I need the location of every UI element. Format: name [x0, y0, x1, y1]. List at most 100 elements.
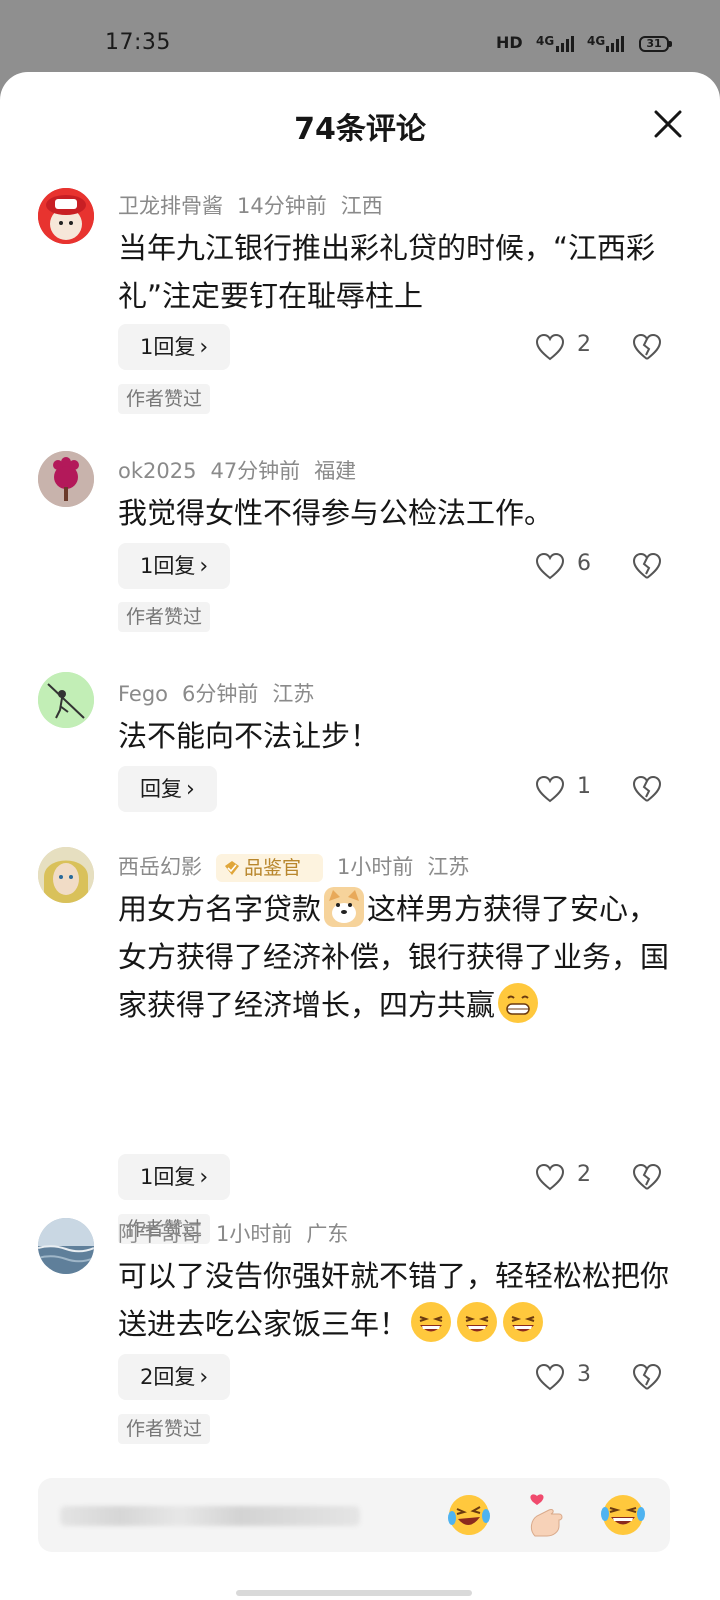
- avatar[interactable]: [38, 847, 94, 903]
- comment-text: 法不能向不法让步！: [118, 719, 380, 753]
- signal-bars-icon: [606, 36, 624, 52]
- comment-count-title: 74条评论: [294, 112, 426, 147]
- comment-text-part: 用女方名字贷款: [118, 892, 322, 926]
- comment-text: 当年九江银行推出彩礼贷的时候，“江西彩礼”注定要钉在耻辱柱上: [118, 231, 656, 313]
- like-button[interactable]: 3: [535, 1354, 615, 1400]
- rolling-laughing-emoji-button[interactable]: [600, 1492, 646, 1538]
- user-avatar-image: [38, 847, 94, 903]
- author-liked-tag: 作者赞过: [118, 384, 211, 414]
- like-button[interactable]: 2: [535, 1154, 615, 1200]
- comment-text: 可以了没告你强奸就不错了，轻轻松松把你送进去吃公家饭三年！: [118, 1252, 678, 1348]
- dislike-button[interactable]: [632, 543, 666, 589]
- username[interactable]: 西岳幻影: [118, 855, 202, 879]
- reply-button[interactable]: 1回复 ›: [118, 543, 231, 589]
- grinning-emoji: [498, 983, 539, 1023]
- laughing-emoji: [503, 1302, 544, 1342]
- broken-heart-icon: [632, 1163, 662, 1190]
- avatar[interactable]: [38, 1218, 94, 1274]
- reply-label: 回复: [140, 777, 182, 801]
- finger-heart-emoji-icon: [530, 1494, 563, 1537]
- author-liked-tag: 作者赞过: [118, 602, 211, 632]
- home-indicator[interactable]: [236, 1590, 472, 1596]
- comment-time: 1小时前: [337, 855, 414, 879]
- badge-label: 品鉴官: [244, 857, 302, 879]
- comment-input[interactable]: [38, 1478, 670, 1552]
- chevron-right-icon: ›: [199, 335, 209, 360]
- dislike-button[interactable]: [632, 766, 666, 812]
- comment-sheet: 74条评论 卫龙排骨酱 14分钟前 江西 当年九江银行推出彩礼贷的时候，“江西彩礼”…: [0, 72, 720, 1600]
- user-avatar-image: [38, 672, 94, 728]
- role-badge: 品鉴官: [216, 854, 324, 882]
- avatar[interactable]: [38, 672, 94, 728]
- dislike-button[interactable]: [632, 324, 666, 370]
- signal-4g-label-1: 4G: [536, 34, 555, 48]
- comment-meta: 卫龙排骨酱 14分钟前 江西: [118, 190, 397, 220]
- user-avatar-image: [38, 1218, 94, 1274]
- reply-label: 1回复: [140, 554, 196, 578]
- status-bar: 17:35 HD 4G 4G 31: [0, 0, 720, 72]
- crying-laughing-emoji-icon: [448, 1495, 490, 1535]
- comment-time: 47分钟前: [210, 459, 301, 483]
- username[interactable]: 阿牛哥哥: [118, 1222, 202, 1246]
- comment-text: 用女方名字贷款 这样男方获得了安心，女方获得了经济补偿，银行获得了业务，国家获得了…: [118, 885, 678, 1029]
- heart-icon: [535, 552, 565, 580]
- comment-time: 6分钟前: [182, 682, 259, 706]
- battery-icon: 31: [639, 36, 672, 52]
- comment-text: 我觉得女性不得参与公检法工作。: [118, 496, 554, 530]
- broken-heart-icon: [632, 1363, 662, 1390]
- username[interactable]: Fego: [118, 682, 168, 706]
- broken-heart-icon: [632, 775, 662, 802]
- like-button[interactable]: 1: [535, 766, 615, 812]
- rolling-laughing-emoji-icon: [601, 1495, 645, 1535]
- username[interactable]: ok2025: [118, 459, 196, 483]
- dislike-button[interactable]: [632, 1354, 666, 1400]
- dislike-button[interactable]: [632, 1154, 666, 1200]
- comment-meta: 西岳幻影 品鉴官 1小时前 江苏: [118, 851, 483, 882]
- reply-button[interactable]: 回复 ›: [118, 766, 217, 812]
- reply-label: 2回复: [140, 1365, 196, 1389]
- like-count: 2: [577, 332, 591, 357]
- reply-label: 1回复: [140, 335, 196, 359]
- reply-button[interactable]: 1回复 ›: [118, 1154, 231, 1200]
- heart-icon: [535, 1363, 565, 1391]
- crying-laughing-emoji-button[interactable]: [446, 1492, 492, 1538]
- like-count: 3: [577, 1362, 591, 1387]
- close-button[interactable]: [650, 106, 686, 142]
- finger-heart-emoji-button[interactable]: [523, 1492, 569, 1538]
- chevron-right-icon: ›: [199, 1365, 209, 1390]
- chevron-right-icon: ›: [199, 554, 209, 579]
- avatar[interactable]: [38, 188, 94, 244]
- author-liked-tag: 作者赞过: [118, 1414, 211, 1444]
- hd-indicator: HD: [496, 33, 523, 52]
- like-count: 6: [577, 551, 591, 576]
- comment-time: 14分钟前: [237, 194, 327, 218]
- reply-button[interactable]: 2回复 ›: [118, 1354, 231, 1400]
- laughing-emoji: [457, 1302, 498, 1342]
- badge-diamond-icon: [225, 861, 239, 875]
- like-button[interactable]: 6: [535, 543, 615, 589]
- shiba-dog-emoji: [324, 887, 365, 927]
- like-button[interactable]: 2: [535, 324, 615, 370]
- reply-label: 1回复: [140, 1165, 196, 1189]
- like-count: 2: [577, 1162, 591, 1187]
- comment-meta: 阿牛哥哥 1小时前 广东: [118, 1218, 362, 1248]
- signal-4g-label-2: 4G: [587, 34, 606, 48]
- heart-icon: [535, 333, 565, 361]
- heart-icon: [535, 775, 565, 803]
- comment-location: 江苏: [272, 682, 315, 706]
- close-icon: [654, 110, 682, 138]
- comment-meta: Fego 6分钟前 江苏: [118, 678, 328, 708]
- reply-button[interactable]: 1回复 ›: [118, 324, 231, 370]
- comment-text-part: 可以了没告你强奸就不错了，轻轻松松把你送进去吃公家饭三年！: [118, 1259, 670, 1341]
- broken-heart-icon: [632, 552, 662, 579]
- username[interactable]: 卫龙排骨酱: [118, 194, 223, 218]
- blurred-placeholder: [60, 1506, 360, 1526]
- status-time: 17:35: [105, 30, 171, 55]
- chevron-right-icon: ›: [199, 1165, 209, 1190]
- chevron-right-icon: ›: [186, 777, 195, 802]
- comment-meta: ok2025 47分钟前 福建: [118, 455, 370, 485]
- avatar[interactable]: [38, 451, 94, 507]
- comment-location: 江西: [340, 194, 383, 218]
- heart-icon: [535, 1163, 565, 1191]
- comment-time: 1小时前: [216, 1222, 293, 1246]
